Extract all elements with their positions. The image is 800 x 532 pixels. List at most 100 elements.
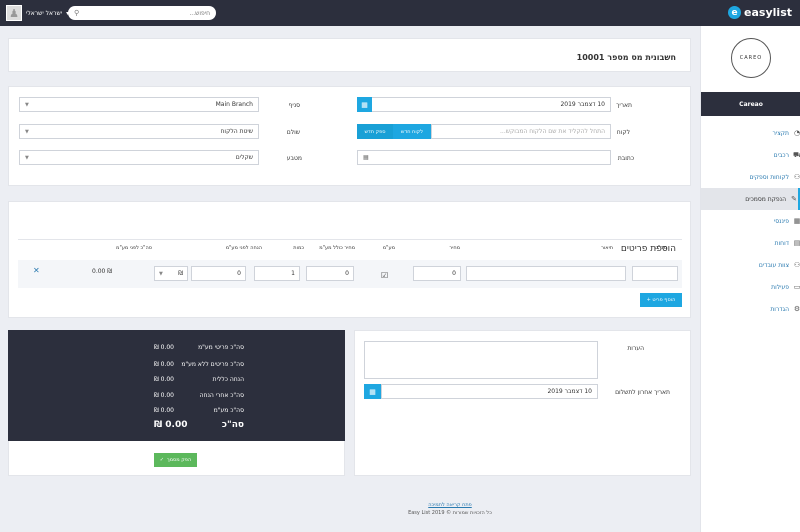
summary-value: 0.00 ₪ [154,376,174,383]
col-sku: מק"ט [654,245,668,251]
sku-input[interactable] [632,266,678,281]
branch-select[interactable]: Main Branch ▼ [19,97,259,112]
new-customer-button[interactable]: לקוח חדש [393,124,431,139]
col-discount: הנחה לפני מע"מ [225,245,262,251]
price-value: 0 [452,270,456,277]
description-input[interactable] [466,266,626,281]
new-supplier-button[interactable]: ספק חדש [357,124,393,139]
col-total: סה"כ לפני מע"מ [116,245,152,251]
sidebar-item-label: לקוחות וספקים [749,173,789,181]
search-icon[interactable]: ⚲ [74,9,79,17]
vat-checkbox[interactable]: ☑ [381,271,388,280]
create-document-button[interactable]: ✓ הפק מסמך [154,453,197,467]
chevron-down-icon: ▼ [25,128,29,135]
brand-name: Careao [701,92,800,116]
gauge-icon: ◔ [793,129,800,137]
sidebar-item-customers[interactable]: ⚇ לקוחות וספקים [701,166,800,188]
sidebar-item-label: הגדרות [770,305,789,313]
price-input[interactable]: 0 [413,266,461,281]
due-date-value: 10 דצמבר 2019 [547,388,592,395]
sidebar-item-label: תקציר [772,129,790,137]
support-link[interactable]: פתח קריאה לתמיכה [100,502,800,508]
chat-icon: ▭ [793,283,800,291]
notes-textarea[interactable] [364,341,598,379]
due-date-label: תאריך אחרון לתשלום [615,389,670,396]
book-icon: ▤ [793,239,800,247]
chevron-down-icon: ▼ [159,270,163,277]
sidebar: CAREO Careao ◔ תקציר ⛟ רכבים ⚇ לקוחות וספקי… [700,26,800,532]
invoice-header-card: חשבונית מס מספר 10001 [8,38,691,72]
summary-totals-box: סה"כ פריטי מע"מ 0.00 ₪ סה"כ פריטים ללא מע… [8,330,345,441]
calendar-icon[interactable]: ▦ [357,97,372,112]
avatar[interactable]: ♟ [6,5,22,21]
summary-row: הנחה כללית 0.00 ₪ [154,376,244,383]
check-icon: ✓ [159,457,164,463]
car-icon: ⛟ [793,150,800,159]
summary-total-label: סה"כ [221,420,244,430]
summary-value: 0.00 ₪ [154,361,174,368]
chevron-down-icon[interactable]: ▾ [66,10,69,17]
qty-input[interactable]: 1 [254,266,300,281]
payment-select[interactable]: שיטת הלקוח ▼ [19,124,259,139]
chevron-down-icon: ▼ [25,101,29,108]
sidebar-item-settings[interactable]: ⚙ הגדרות [701,298,800,320]
chevron-down-icon: ▼ [25,154,29,161]
col-price-incl: מחיר כולל מע"מ [319,245,355,251]
notes-label: הערות [627,345,644,352]
col-price: מחיר [449,245,460,251]
col-qty: כמות [293,245,304,251]
summary-value: 0.00 ₪ [154,392,174,399]
sidebar-item-finance[interactable]: ▦ פיננסי [701,210,800,232]
date-field[interactable]: 10 דצמבר 2019 [371,97,611,112]
summary-label: סה"כ פריטי מע"מ [198,344,244,351]
remove-row-icon[interactable]: ✕ [33,266,40,275]
summary-value: 0.00 ₪ [154,407,174,414]
sidebar-item-label: רכבים [773,151,789,159]
sidebar-item-label: הנפקת מסמכים [745,195,786,203]
currency-value: שקלים [235,154,253,161]
discount-input[interactable]: 0 [191,266,246,281]
customer-placeholder: התחל להקליד את שם הלקוח המבוקש... [500,128,605,135]
logo-mark-icon: e [728,6,742,19]
date-label: תאריך [616,102,632,109]
search-input[interactable] [83,9,210,17]
customer-search-field[interactable]: התחל להקליד את שם הלקוח המבוקש... [431,124,611,139]
summary-total-value: 0.00 ₪ [154,420,188,430]
sidebar-item-label: דוחות [774,239,789,247]
app-logo[interactable]: e easylist [728,6,792,19]
currency-label: מטבע [286,155,302,162]
discount-type-select[interactable]: ▼ ₪ [154,266,188,281]
summary-label: סה"כ מע"מ [213,407,244,414]
due-date-field[interactable]: 10 דצמבר 2019 [381,384,598,399]
sidebar-item-label: פעילות [771,283,789,291]
summary-label: סה"כ אחרי הנחה [199,392,244,399]
sidebar-item-documents[interactable]: ✎ הנפקת מסמכים [701,188,800,210]
create-document-label: הפק מסמך [166,457,192,463]
sidebar-item-summary[interactable]: ◔ תקציר [701,122,800,144]
team-icon: ⚇ [793,261,800,269]
calculator-icon: ▦ [793,217,800,225]
search-box[interactable]: ⚲ [68,6,216,20]
payment-value: שיטת הלקוח [220,128,253,135]
summary-label: הנחה כללית [212,376,244,383]
discount-type-value: ₪ [178,270,183,277]
summary-row: סה"כ פריטים ללא מע"מ 0.00 ₪ [154,361,244,368]
user-name[interactable]: ישראל ישראלי [26,10,62,17]
price-incl-value: 0 [345,270,349,277]
sidebar-item-vehicles[interactable]: ⛟ רכבים [701,144,800,166]
date-value: 10 דצמבר 2019 [560,101,605,108]
add-item-button[interactable]: + הוסף פריט [640,293,682,307]
calendar-icon[interactable]: ▦ [364,384,381,399]
cogs-icon: ⚙ [793,305,800,313]
payment-label: שולם [286,129,300,136]
col-description: תיאור [601,245,613,251]
summary-value: 0.00 ₪ [154,344,174,351]
address-field[interactable]: ▦ [357,150,611,165]
sidebar-item-reports[interactable]: ▤ דוחות [701,232,800,254]
user-menu[interactable]: ▾ ישראל ישראלי ♟ [6,5,69,21]
sidebar-item-activity[interactable]: ▭ פעילות [701,276,800,298]
summary-row: סה"כ אחרי הנחה 0.00 ₪ [154,392,244,399]
price-incl-input[interactable]: 0 [306,266,354,281]
sidebar-item-team[interactable]: ⚇ צוות עובדים [701,254,800,276]
currency-select[interactable]: שקלים ▼ [19,150,259,165]
